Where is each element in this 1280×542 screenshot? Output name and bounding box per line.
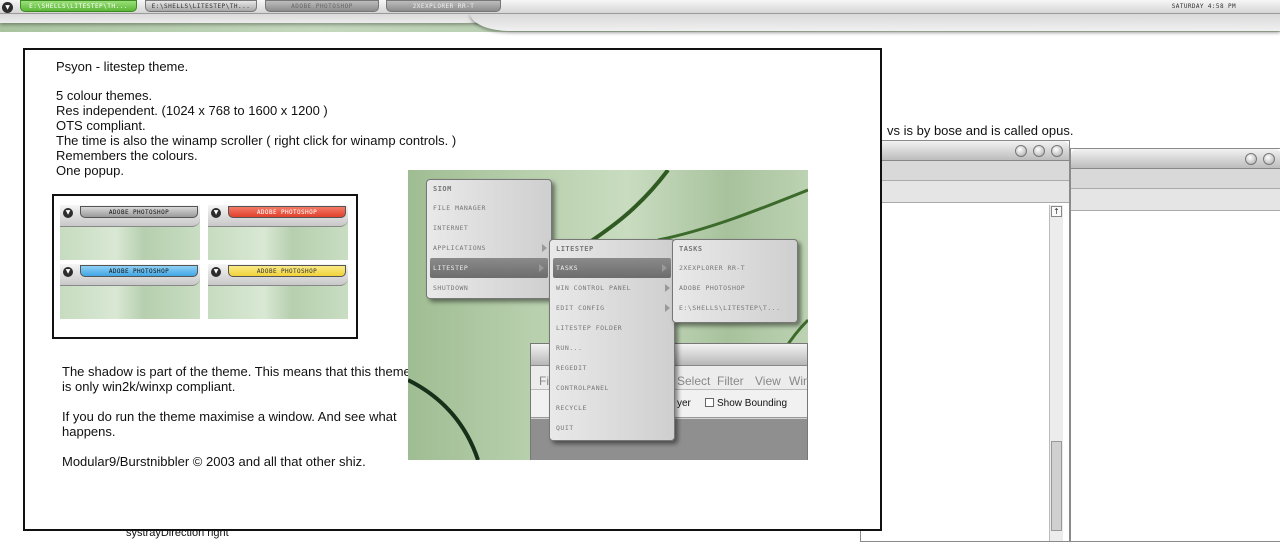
colour-preview: ▼ ADOBE PHOTOSHOP — [60, 205, 200, 260]
popup-menu-item: LITESTEP — [430, 258, 548, 278]
maximize-icon[interactable] — [1263, 153, 1275, 165]
theme-title: Psyon - litestep theme. — [56, 59, 189, 74]
note-paragraph: Modular9/Burstnibbler © 2003 and all tha… — [62, 454, 366, 469]
popup-menu-title: LITESTEP — [556, 245, 594, 253]
popup-menu-item-label: EDIT CONFIG — [556, 304, 605, 312]
popup-menu-item: REGEDIT — [556, 364, 587, 372]
popup-menu-item: APPLICATIONS — [427, 238, 551, 258]
taskbar: ▼ E:\SHELLS\LITESTEP\TH... E:\SHELLS\LIT… — [0, 0, 1280, 14]
feature-line: One popup. — [56, 163, 124, 178]
popup-menu-litestep: LITESTEP TASKS WIN CONTROL PANEL EDIT CO… — [549, 239, 675, 441]
popup-menu-item: EDIT CONFIG — [550, 298, 674, 318]
scroll-thumb[interactable] — [1051, 441, 1062, 531]
note-paragraph: If you do run the theme maximise a windo… — [62, 409, 397, 439]
popup-menu-item: TASKS — [553, 258, 671, 278]
preview-task-pill: ADOBE PHOTOSHOP — [80, 206, 198, 218]
background-page-text: vs is by bose and is called opus. — [887, 123, 1074, 138]
popup-menu-item: FILE MANAGER — [433, 204, 486, 212]
chevron-down-icon: ▼ — [211, 267, 221, 277]
chevron-down-icon: ▼ — [63, 208, 73, 218]
feature-line: 5 colour themes. — [56, 88, 153, 103]
feature-line: Res independent. (1024 x 768 to 1600 x 1… — [56, 103, 328, 118]
popup-menu-screenshot: Fi Select Filter View Win yer Show Bound… — [408, 170, 808, 460]
popup-menu-item: RECYCLE — [556, 404, 587, 412]
chevron-right-icon — [665, 304, 670, 312]
popup-menu-item: E:\SHELLS\LITESTEP\T... — [679, 304, 781, 312]
popup-menu-item-label: LITESTEP — [433, 264, 469, 272]
popup-menu-title: TASKS — [679, 245, 703, 253]
popup-menu-item-label: TASKS — [556, 264, 579, 272]
popup-menu-item: ADOBE PHOTOSHOP — [679, 284, 746, 292]
theme-notes: The shadow is part of the theme. This me… — [62, 364, 412, 484]
popup-menu-item-label: WIN CONTROL PANEL — [556, 284, 632, 292]
background-window-2[interactable] — [1070, 148, 1280, 542]
popup-menu-item: LITESTEP FOLDER — [556, 324, 623, 332]
chevron-down-icon: ▼ — [211, 208, 221, 218]
checkbox — [705, 398, 714, 407]
window-toolbar — [861, 181, 1069, 203]
chevron-right-icon — [662, 264, 667, 272]
chevron-right-icon — [542, 244, 547, 252]
note-paragraph: The shadow is part of the theme. This me… — [62, 364, 411, 394]
taskbar-shadow — [470, 13, 1280, 31]
colour-preview: ▼ ADOBE PHOTOSHOP — [60, 264, 200, 319]
taskbar-shadow — [0, 13, 520, 23]
preview-task-pill: ADOBE PHOTOSHOP — [80, 265, 198, 277]
window-menubar — [861, 161, 1069, 181]
chevron-down-icon: ▼ — [63, 267, 73, 277]
scroll-up-icon[interactable]: ↑ — [1051, 206, 1062, 217]
popup-menu-item: QUIT — [556, 424, 574, 432]
task-button[interactable]: E:\SHELLS\LITESTEP\TH... — [20, 0, 137, 12]
chevron-right-icon — [539, 264, 544, 272]
task-button[interactable]: ADOBE PHOTOSHOP — [265, 0, 379, 12]
popup-menu-item-label: APPLICATIONS — [433, 244, 486, 252]
popup-menu-item: WIN CONTROL PANEL — [550, 278, 674, 298]
window-menubar — [1071, 169, 1280, 189]
task-button[interactable]: E:\SHELLS\LITESTEP\TH... — [145, 0, 257, 12]
close-icon[interactable] — [1051, 145, 1063, 157]
window-titlebar[interactable] — [861, 141, 1069, 161]
maximize-icon[interactable] — [1033, 145, 1045, 157]
popup-menu-item: SHUTDOWN — [433, 284, 469, 292]
colour-preview: ▼ ADOBE PHOTOSHOP — [208, 205, 348, 260]
minimize-icon[interactable] — [1245, 153, 1257, 165]
popup-menu-title: SIOM — [433, 185, 452, 193]
window-toolbar — [1071, 189, 1280, 211]
minimize-icon[interactable] — [1015, 145, 1027, 157]
background-window-1[interactable]: ↑ — [860, 140, 1070, 542]
feature-line: The time is also the winamp scroller ( r… — [56, 133, 457, 148]
popup-menu-item: 2XEXPLORER RR-T — [679, 264, 746, 272]
window-titlebar[interactable] — [1071, 149, 1280, 169]
popup-menu-item: INTERNET — [433, 224, 469, 232]
task-button[interactable]: 2XEXPLORER RR-T — [386, 0, 501, 12]
preview-task-pill: ADOBE PHOTOSHOP — [228, 265, 346, 277]
popup-menu-main: SIOM FILE MANAGER INTERNET APPLICATIONS … — [426, 179, 552, 299]
popup-menu-item: RUN... — [556, 344, 583, 352]
theme-info-window: Psyon - litestep theme. 5 colour themes.… — [23, 48, 882, 531]
popup-menu-item: CONTROLPANEL — [556, 384, 609, 392]
feature-line: Remembers the colours. — [56, 148, 198, 163]
popup-menu-tasks: TASKS 2XEXPLORER RR-T ADOBE PHOTOSHOP E:… — [672, 239, 798, 323]
chevron-down-icon[interactable]: ▼ — [2, 2, 13, 13]
chevron-right-icon — [665, 284, 670, 292]
colour-preview-box: ▼ ADOBE PHOTOSHOP ▼ ADOBE PHOTOSHOP ▼ AD… — [52, 194, 358, 339]
feature-line: OTS compliant. — [56, 118, 146, 133]
theme-description: Psyon - litestep theme. 5 colour themes.… — [56, 59, 456, 178]
clock[interactable]: SATURDAY 4:58 PM — [1172, 3, 1236, 10]
scrollbar[interactable]: ↑ — [1049, 205, 1063, 541]
colour-preview: ▼ ADOBE PHOTOSHOP — [208, 264, 348, 319]
preview-task-pill: ADOBE PHOTOSHOP — [228, 206, 346, 218]
layer-label: yer — [677, 398, 691, 409]
